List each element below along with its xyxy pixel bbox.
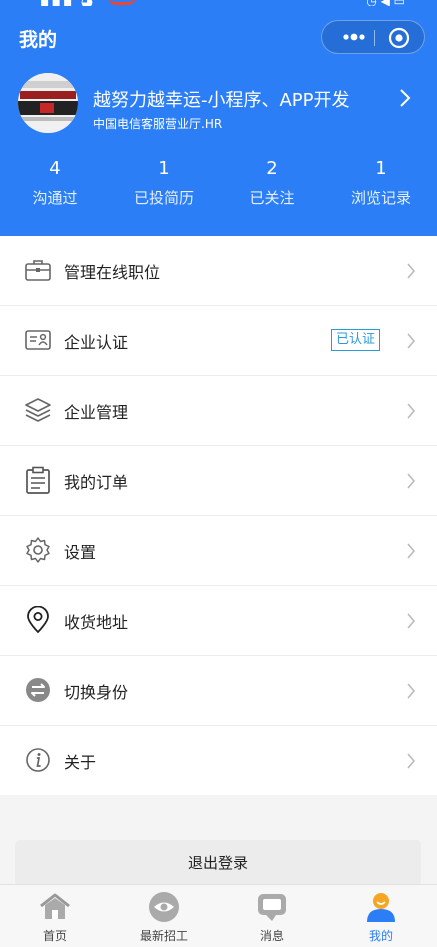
avatar[interactable] <box>18 73 78 133</box>
stat-contacted[interactable]: 4 沟通过 <box>5 158 105 208</box>
stat-value: 4 <box>49 158 61 179</box>
tab-label: 消息 <box>259 929 284 943</box>
menu-item-manage-jobs[interactable]: 管理在线职位 <box>0 236 437 306</box>
stat-label: 已投简历 <box>133 189 194 207</box>
location-pin-icon <box>27 606 49 634</box>
gear-icon <box>26 537 50 563</box>
stat-applied[interactable]: 1 已投简历 <box>114 158 214 208</box>
profile-card[interactable]: 越努力越幸运-小程序、APP开发 中国电信客服营业厅.HR <box>18 70 428 133</box>
menu-item-label: 管理在线职位 <box>64 263 161 282</box>
menu-list: 管理在线职位 企业认证 已认证 企业管理 我的订单 设置 收货地址 切换身份 关… <box>0 236 437 796</box>
briefcase-icon <box>25 260 51 281</box>
menu-item-label: 收货地址 <box>64 613 129 632</box>
more-icon[interactable] <box>336 28 372 46</box>
menu-item-about[interactable]: 关于 <box>0 726 437 796</box>
tab-home[interactable]: 首页 <box>15 891 95 944</box>
chevron-right-icon <box>407 753 416 769</box>
message-icon <box>258 894 286 921</box>
user-icon <box>367 893 395 922</box>
tab-messages[interactable]: 消息 <box>232 891 312 944</box>
menu-item-switch-identity[interactable]: 切换身份 <box>0 656 437 726</box>
id-card-icon <box>25 330 51 350</box>
profile-company: 中国电信客服营业厅.HR <box>93 117 223 131</box>
stat-history[interactable]: 1 浏览记录 <box>331 158 431 208</box>
menu-item-label: 关于 <box>64 753 97 772</box>
stat-value: 2 <box>266 158 278 179</box>
tab-latest-jobs[interactable]: 最新招工 <box>124 891 204 944</box>
menu-item-settings[interactable]: 设置 <box>0 516 437 586</box>
menu-item-my-orders[interactable]: 我的订单 <box>0 446 437 516</box>
logout-button[interactable]: 退出登录 <box>15 840 421 886</box>
status-bar: ▪▪▪ ◕ ◷ ◀ ▭ <box>0 0 437 6</box>
menu-item-certification[interactable]: 企业认证 已认证 <box>0 306 437 376</box>
signal-icon: ▪▪▪ ◕ <box>40 0 95 6</box>
avatar-image <box>18 73 78 133</box>
chevron-right-icon <box>407 403 416 419</box>
stat-label: 浏览记录 <box>350 189 411 207</box>
info-icon <box>26 748 50 772</box>
tab-label: 我的 <box>368 929 393 943</box>
chevron-right-icon <box>407 333 416 349</box>
chevron-right-icon <box>407 263 416 279</box>
menu-item-label: 我的订单 <box>64 473 129 492</box>
menu-item-shipping-address[interactable]: 收货地址 <box>0 586 437 656</box>
stat-label: 已关注 <box>249 189 295 207</box>
certified-badge: 已认证 <box>331 329 381 351</box>
chevron-right-icon <box>407 473 416 489</box>
chevron-right-icon <box>407 683 416 699</box>
status-indicator-icon <box>108 0 136 5</box>
miniprogram-capsule[interactable] <box>321 20 425 54</box>
stat-value: 1 <box>375 158 387 179</box>
profile-name: 越努力越幸运-小程序、APP开发 <box>93 90 350 111</box>
profile-header: ▪▪▪ ◕ ◷ ◀ ▭ 我的 越努力越幸运-小程序、APP开发 <box>0 0 437 236</box>
menu-item-label: 企业管理 <box>64 403 129 422</box>
chevron-right-icon[interactable] <box>398 87 412 109</box>
eye-icon <box>149 892 179 922</box>
stat-value: 1 <box>158 158 170 179</box>
menu-item-label: 切换身份 <box>64 683 129 702</box>
battery-icon: ◷ ◀ ▭ <box>366 0 405 6</box>
bottom-tab-bar: 首页 最新招工 消息 我的 <box>0 884 437 947</box>
capsule-divider <box>374 30 375 46</box>
tab-label: 首页 <box>42 929 67 943</box>
tab-mine[interactable]: 我的 <box>341 891 421 944</box>
stat-label: 沟通过 <box>32 189 78 207</box>
layers-icon <box>25 398 51 422</box>
home-icon <box>40 893 70 919</box>
menu-item-label: 设置 <box>64 543 97 562</box>
chevron-right-icon <box>407 613 416 629</box>
section-gap <box>0 795 437 840</box>
menu-item-label: 企业认证 <box>64 333 129 352</box>
close-miniprogram-icon[interactable] <box>388 27 410 49</box>
stat-following[interactable]: 2 已关注 <box>222 158 322 208</box>
chevron-right-icon <box>407 543 416 559</box>
menu-item-company-management[interactable]: 企业管理 <box>0 376 437 446</box>
page-title: 我的 <box>19 29 58 51</box>
tab-label: 最新招工 <box>139 929 188 943</box>
clipboard-icon <box>26 466 50 494</box>
switch-icon <box>26 678 50 702</box>
stats-bar: 4 沟通过 1 已投简历 2 已关注 1 浏览记录 <box>0 158 437 208</box>
